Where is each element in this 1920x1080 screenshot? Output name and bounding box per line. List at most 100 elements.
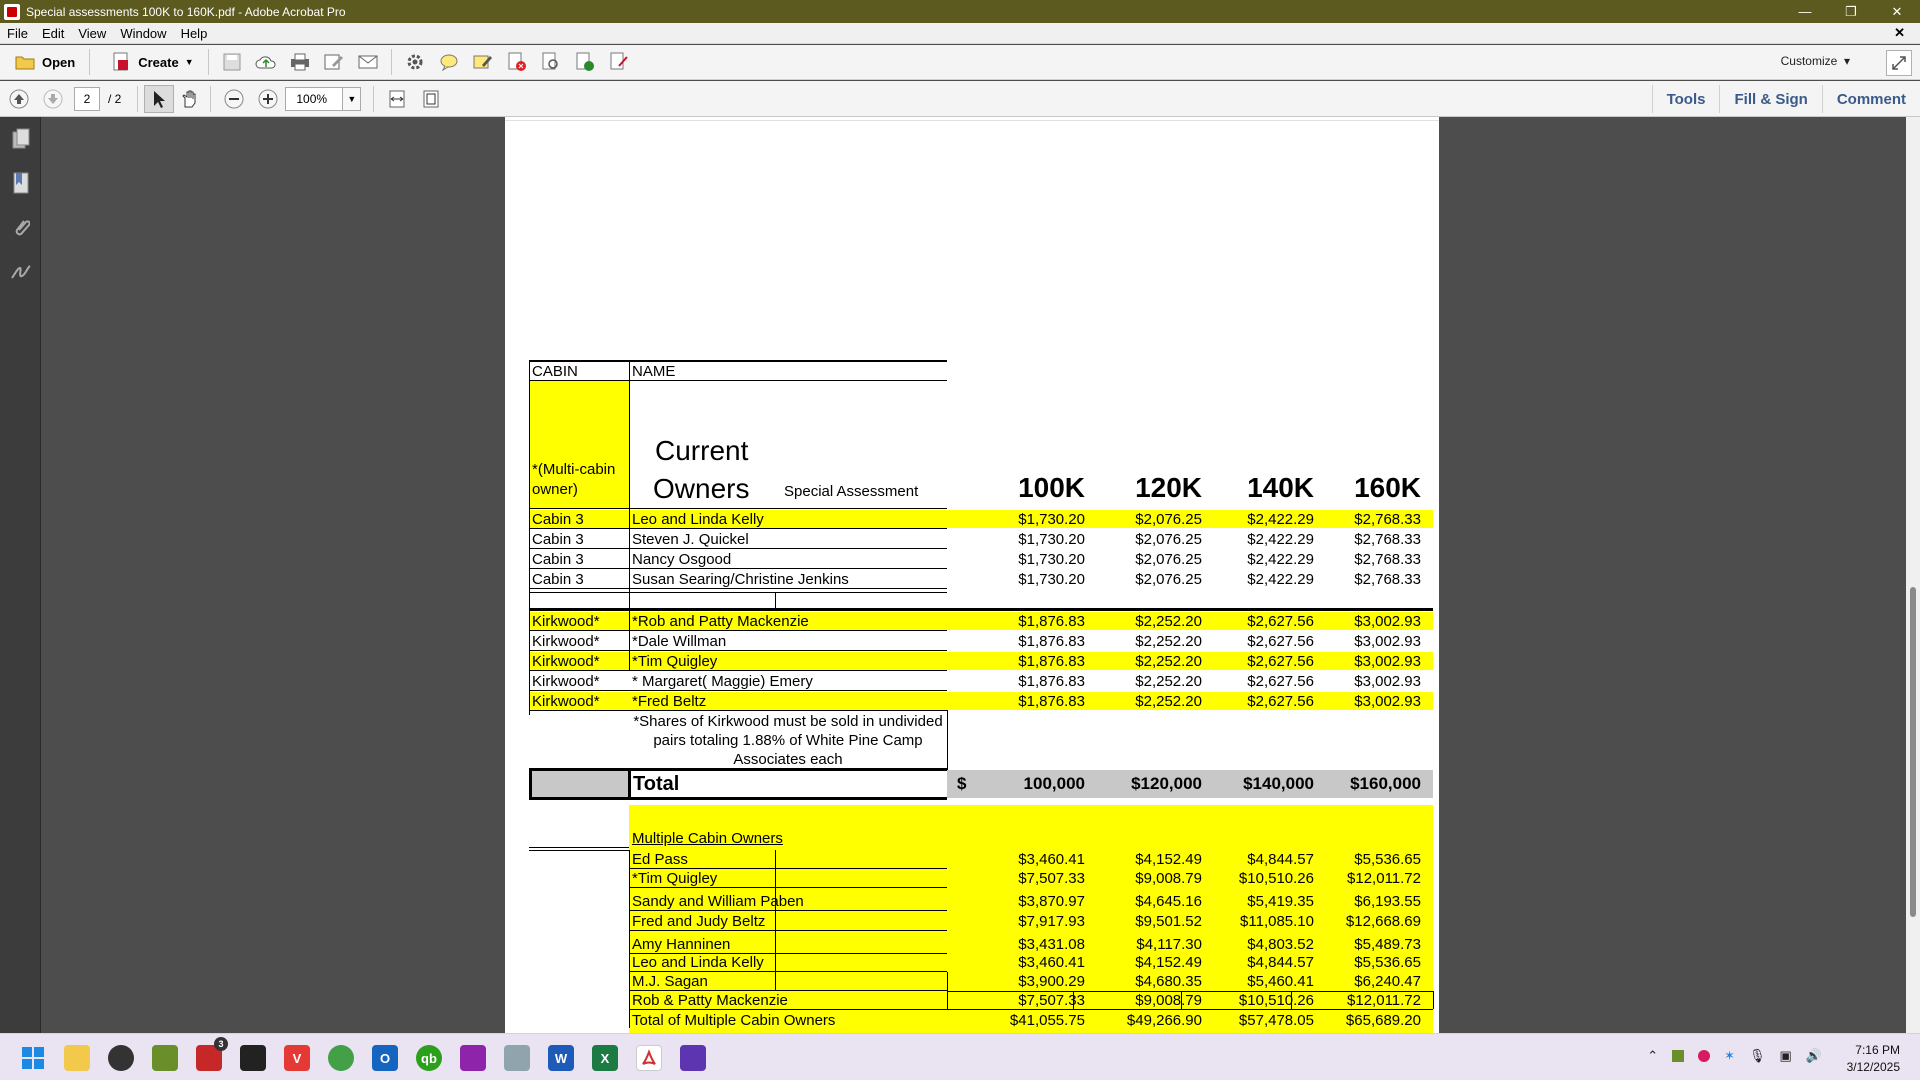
file-explorer-icon[interactable] bbox=[64, 1045, 90, 1071]
highlight-icon[interactable] bbox=[472, 51, 494, 73]
minimize-button[interactable]: — bbox=[1782, 0, 1828, 23]
previous-page-icon[interactable] bbox=[8, 88, 30, 110]
save-icon[interactable] bbox=[221, 51, 243, 73]
restore-button[interactable]: ❐ bbox=[1828, 0, 1874, 23]
value-cell: $2,627.56 bbox=[1247, 673, 1314, 690]
value-cell: $1,876.83 bbox=[1018, 693, 1085, 710]
export-page-icon[interactable] bbox=[574, 51, 596, 73]
outlook-icon[interactable]: O bbox=[372, 1045, 398, 1071]
next-page-icon[interactable] bbox=[42, 88, 64, 110]
todoist-icon[interactable]: 3 bbox=[196, 1037, 228, 1071]
current-label: Current bbox=[655, 435, 749, 466]
windows-start-icon[interactable] bbox=[20, 1045, 46, 1071]
hand-tool-icon[interactable] bbox=[174, 85, 204, 113]
page-thumbnails-icon[interactable] bbox=[0, 117, 41, 161]
vivaldi-icon[interactable]: V bbox=[284, 1045, 310, 1071]
acrobat-taskbar-icon[interactable] bbox=[636, 1045, 662, 1071]
bluetooth-icon[interactable]: ✶ bbox=[1724, 1048, 1735, 1064]
customize-dropdown[interactable]: Customize ▾ bbox=[1781, 54, 1850, 68]
create-button[interactable]: Create ▼ bbox=[96, 47, 201, 77]
select-tool-icon[interactable] bbox=[144, 84, 175, 113]
zoom-level-input[interactable]: 100% bbox=[285, 86, 344, 111]
delete-page-icon[interactable] bbox=[506, 51, 528, 73]
zoom-dropdown-icon[interactable]: ▼ bbox=[343, 86, 362, 111]
snipping-tool-icon[interactable] bbox=[460, 1045, 486, 1071]
tray-app-icon[interactable] bbox=[1672, 1050, 1685, 1062]
value-cell: $2,252.20 bbox=[1135, 653, 1202, 670]
fit-width-icon[interactable] bbox=[386, 88, 408, 110]
zoom-in-icon[interactable] bbox=[257, 88, 279, 110]
system-tray: ⌃ ✶ 🎙 ▣ 🔊 bbox=[1647, 1048, 1822, 1064]
comment-bubble-icon[interactable] bbox=[438, 51, 460, 73]
page-search-icon[interactable] bbox=[540, 51, 562, 73]
tools-link[interactable]: Tools bbox=[1651, 85, 1720, 113]
document-close-icon[interactable]: ✕ bbox=[1887, 25, 1912, 41]
kirkwood-note: *Shares of Kirkwood must be sold in undi… bbox=[633, 713, 943, 730]
vertical-scrollbar[interactable] bbox=[1906, 117, 1920, 1033]
menu-file[interactable]: File bbox=[0, 26, 35, 41]
tray-color-icon[interactable] bbox=[1698, 1050, 1711, 1062]
edit-document-icon[interactable] bbox=[323, 51, 345, 73]
menu-view[interactable]: View bbox=[71, 26, 113, 41]
attachments-icon[interactable] bbox=[0, 205, 41, 249]
multi-value-cell: $5,460.41 bbox=[1247, 973, 1314, 990]
quickbooks-icon[interactable]: qb bbox=[416, 1045, 442, 1071]
total-value: $160,000 bbox=[1350, 774, 1421, 793]
table-rule bbox=[947, 991, 1433, 992]
excel-icon[interactable]: X bbox=[592, 1045, 618, 1071]
multi-value-cell: $4,680.35 bbox=[1135, 973, 1202, 990]
menu-help[interactable]: Help bbox=[174, 26, 215, 41]
chrome-alt-icon[interactable] bbox=[108, 1045, 134, 1071]
fit-page-icon[interactable] bbox=[420, 88, 442, 110]
multi-value-cell: $6,240.47 bbox=[1354, 973, 1421, 990]
table-rule bbox=[629, 887, 947, 888]
table-rule bbox=[1291, 991, 1292, 1009]
scrollbar-thumb[interactable] bbox=[1910, 587, 1916, 917]
print-icon[interactable] bbox=[289, 51, 311, 73]
name-cell: Leo and Linda Kelly bbox=[632, 511, 764, 528]
chevron-up-icon[interactable]: ⌃ bbox=[1647, 1048, 1658, 1064]
value-cell: $1,730.20 bbox=[1018, 551, 1085, 568]
gear-icon[interactable] bbox=[404, 51, 426, 73]
close-button[interactable]: ✕ bbox=[1874, 0, 1920, 23]
taskbar: 3 V O qb W X ⌃ ✶ 🎙 ▣ 🔊 7:16 PM 3/12/2025 bbox=[0, 1033, 1920, 1080]
chrome-icon[interactable] bbox=[328, 1045, 354, 1071]
volume-icon[interactable]: 🔊 bbox=[1806, 1048, 1822, 1064]
menu-edit[interactable]: Edit bbox=[35, 26, 71, 41]
comment-link[interactable]: Comment bbox=[1821, 85, 1920, 113]
multi-name-cell: Amy Hanninen bbox=[632, 936, 731, 953]
network-icon[interactable]: ▣ bbox=[1780, 1048, 1792, 1064]
clock[interactable]: 7:16 PM 3/12/2025 bbox=[1847, 1042, 1900, 1076]
multi-value-cell: $3,900.29 bbox=[1018, 973, 1085, 990]
sign-document-icon[interactable] bbox=[608, 51, 630, 73]
fill-sign-link[interactable]: Fill & Sign bbox=[1719, 85, 1821, 113]
multi-value-cell: $7,917.93 bbox=[1018, 913, 1085, 930]
multi-value-cell: $11,085.10 bbox=[1240, 913, 1314, 930]
printer-app-icon[interactable] bbox=[504, 1045, 530, 1071]
multi-value-cell: $4,803.52 bbox=[1247, 936, 1314, 953]
signatures-icon[interactable] bbox=[0, 249, 41, 293]
app-purple-icon[interactable] bbox=[680, 1045, 706, 1071]
page-number-input[interactable]: 2 bbox=[74, 86, 100, 111]
microphone-icon[interactable]: 🎙 bbox=[1749, 1048, 1766, 1064]
menu-window[interactable]: Window bbox=[113, 26, 173, 41]
bookmarks-icon[interactable] bbox=[0, 161, 41, 205]
email-icon[interactable] bbox=[357, 51, 379, 73]
document-viewport[interactable]: CABIN NAME *(Multi-cabin owner) Current Owner… bbox=[41, 117, 1920, 1033]
app-icon[interactable] bbox=[152, 1045, 178, 1071]
word-icon[interactable]: W bbox=[548, 1045, 574, 1071]
acrobat-app-icon bbox=[4, 3, 20, 20]
table-rule bbox=[529, 650, 947, 651]
zoom-out-icon[interactable] bbox=[223, 88, 245, 110]
multi-name-cell: Fred and Judy Beltz bbox=[632, 913, 766, 930]
navigation-toolbar: 2 / 2 100% ▼ Tools Fill & Sign Comment bbox=[0, 81, 1920, 117]
total-label: Total bbox=[633, 773, 680, 795]
open-button[interactable]: Open bbox=[0, 47, 83, 77]
cloud-upload-icon[interactable] bbox=[255, 51, 277, 73]
value-cell: $2,252.20 bbox=[1135, 673, 1202, 690]
name-cell: Susan Searing/Christine Jenkins bbox=[632, 571, 849, 588]
column-header: 160K bbox=[1354, 472, 1421, 503]
multi-value-cell: $5,536.65 bbox=[1354, 954, 1421, 971]
screen-recorder-icon[interactable] bbox=[240, 1045, 266, 1071]
expand-icon[interactable] bbox=[1886, 50, 1912, 76]
